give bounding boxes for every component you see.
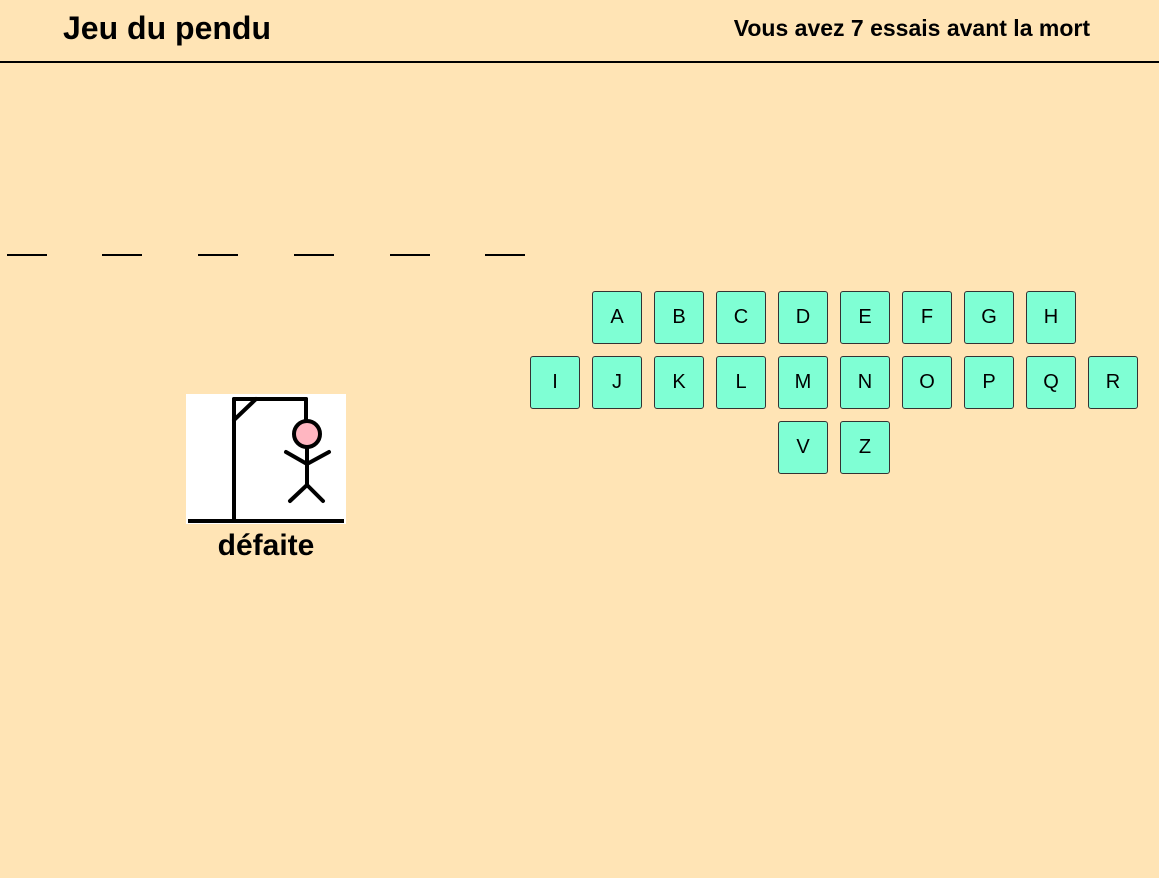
letter-slot [102,240,142,256]
hangman-gallows-icon [188,397,344,523]
header: Jeu du pendu Vous avez 7 essais avant la… [0,0,1159,63]
letter-button-h[interactable]: H [1026,291,1076,344]
letter-slot [7,240,47,256]
letter-button-v[interactable]: V [778,421,828,474]
letter-button-z[interactable]: Z [840,421,890,474]
letter-button-a[interactable]: A [592,291,642,344]
letter-button-j[interactable]: J [592,356,642,409]
letter-button-d[interactable]: D [778,291,828,344]
hangman-drawing [186,394,346,524]
letter-slot [198,240,238,256]
letter-button-e[interactable]: E [840,291,890,344]
letter-button-m[interactable]: M [778,356,828,409]
letter-button-q[interactable]: Q [1026,356,1076,409]
letter-button-o[interactable]: O [902,356,952,409]
letter-button-r[interactable]: R [1088,356,1138,409]
letter-slot [294,240,334,256]
letter-button-b[interactable]: B [654,291,704,344]
word-slots [0,240,560,260]
letter-button-k[interactable]: K [654,356,704,409]
letter-button-p[interactable]: P [964,356,1014,409]
letter-button-c[interactable]: C [716,291,766,344]
letter-slot [390,240,430,256]
game-status: défaite [217,529,315,562]
letter-button-g[interactable]: G [964,291,1014,344]
tries-message: Vous avez 7 essais avant la mort [733,15,1090,41]
letter-button-i[interactable]: I [530,356,580,409]
letter-button-l[interactable]: L [716,356,766,409]
letter-slot [485,240,525,256]
letter-button-f[interactable]: F [902,291,952,344]
page-title: Jeu du pendu [63,10,271,46]
letter-button-n[interactable]: N [840,356,890,409]
